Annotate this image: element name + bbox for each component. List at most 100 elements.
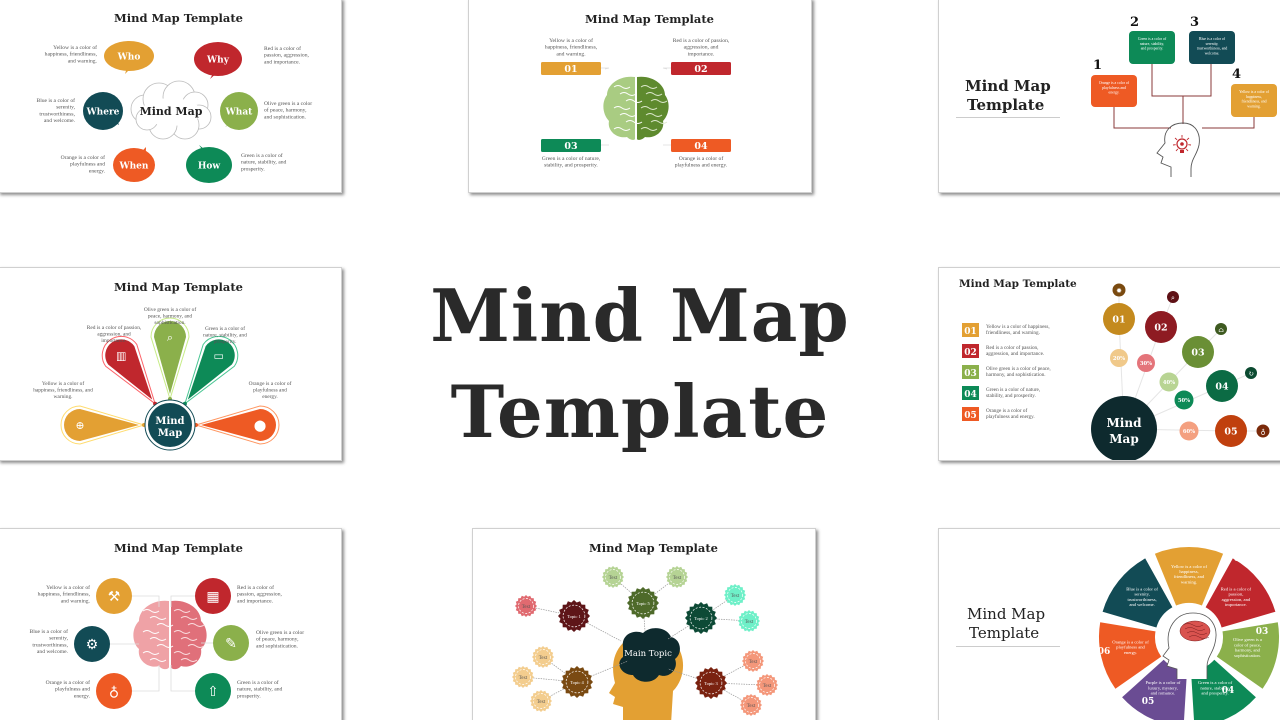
segment-number: 04	[1222, 686, 1235, 696]
leaf-label: Text	[522, 605, 531, 610]
slide-thumbnail-1[interactable]: Mind Map Template Mind Map Who Yellow is a…	[0, 0, 342, 193]
number-label: 01	[564, 64, 577, 75]
connector-line	[132, 665, 160, 692]
item-description: trustworthiness,	[32, 642, 68, 648]
pin-description: Olive green is a color of	[144, 306, 196, 313]
item-description: passion, aggression,	[237, 592, 283, 598]
connector-line	[601, 67, 610, 70]
box-text: and prosperity.	[1141, 47, 1164, 51]
bubble-description: trustworthiness,	[39, 111, 75, 117]
segment-text: sophistication.	[1234, 653, 1261, 658]
numbered-bar-04: 04	[663, 139, 731, 152]
calculator-icon: ▦	[206, 589, 219, 605]
legend-text: Orange is a color of	[986, 407, 1027, 414]
item-description: happiness, friendliness,	[545, 44, 598, 51]
center-node: Mind Map	[1091, 396, 1157, 460]
numbered-box-2: 2Green is a color ofnature, stability,an…	[1129, 15, 1175, 64]
bubble-description: and welcome.	[44, 118, 76, 124]
segment-text: importance.	[1225, 602, 1247, 607]
bubble-label: Why	[206, 56, 230, 66]
topic-gear-4: Topic 4	[561, 666, 593, 698]
percent-label: 50%	[1178, 398, 1190, 404]
wheel-diagram: Yellow is a color ofhappiness,friendline…	[1098, 536, 1280, 720]
bulb-ray	[1186, 137, 1190, 141]
speech-bubble-what: What	[220, 92, 258, 130]
item-description: Green is a color of nature,	[542, 155, 601, 162]
slide-thumbnail-2[interactable]: Mind Map Template 01 Yellow is a color of…	[468, 0, 812, 193]
pin-description: aggression, and	[97, 331, 131, 337]
pin-description: warning.	[53, 394, 72, 400]
slide-thumbnail-4[interactable]: Mind Map Template ⊕ Yellow is a color of h…	[0, 267, 342, 461]
segment-text: warning.	[1181, 579, 1197, 584]
item-description: serenity,	[49, 636, 68, 642]
bulb-core	[1180, 142, 1184, 146]
pin-fill	[187, 339, 235, 400]
item-description: playfulness and	[55, 686, 90, 693]
number-label: 02	[1154, 323, 1167, 334]
leaf-gear: Text	[740, 694, 762, 716]
topic-label: Topic 2	[694, 616, 708, 621]
slide-thumbnail-8[interactable]: Mind Map Template Yellow is a color of ha…	[938, 528, 1280, 720]
leaf-label: Text	[731, 594, 740, 599]
bubble-label: Where	[86, 108, 120, 118]
pin-description: sophistication.	[154, 320, 185, 326]
slide-thumbnail-6[interactable]: Mind Map Template ⚒ Yellow is a color of h…	[0, 528, 342, 720]
item-description: aggression, and	[684, 45, 719, 51]
topic-label: Topic 4	[570, 680, 584, 685]
speech-bubble-diagram: Mind Map Who Yellow is a color ofhappiness…	[36, 41, 312, 183]
percent-label: 40%	[1163, 380, 1175, 386]
rocket-icon: ⇧	[207, 684, 219, 700]
legend-item-05: 05 Orange is a color ofplayfulness and en…	[962, 407, 1035, 421]
icon-circle-5: ✎	[201, 625, 249, 661]
bulb-ray	[1175, 148, 1179, 152]
house-icon-glyph: ⌂	[1218, 326, 1223, 334]
leaf-label: Text	[673, 576, 682, 581]
box-text: playfulness and	[1102, 86, 1126, 90]
speech-bubble-how: How	[186, 145, 232, 183]
chat-icon: ▭	[214, 349, 224, 362]
brain-left-half	[603, 76, 635, 140]
connector-line	[662, 67, 671, 70]
segment-number: 07	[1100, 581, 1113, 591]
leaf-label: Text	[749, 660, 758, 665]
leaf-gear: Text	[512, 666, 534, 688]
bubble-description: and warning.	[68, 58, 98, 64]
pin-description: energy.	[262, 394, 278, 400]
bubble-description: Orange is a color of	[61, 154, 106, 161]
head-bulb-icon	[1156, 122, 1200, 177]
slide-thumbnail-7[interactable]: Mind Map Template Main Topic Text Topic 1T…	[472, 528, 816, 720]
center-label: Mind	[155, 416, 184, 427]
slide-thumbnail-3[interactable]: Mind Map Template 1 Orange is a color of p…	[938, 0, 1280, 193]
bubble-description: of peace, harmony,	[264, 107, 307, 114]
leaf-label: Text	[539, 656, 548, 661]
legend-text: Green is a color of nature,	[986, 386, 1040, 393]
box-text: Orange is a color of	[1099, 81, 1130, 85]
bulb-icon-glyph: ♁	[1260, 428, 1265, 436]
percent-label: 60%	[1183, 429, 1195, 435]
bubble-description: playfulness and	[70, 161, 105, 168]
leaf-gear: Text	[530, 690, 552, 712]
topic-label: Topic 1	[567, 614, 581, 619]
slide-thumbnail-5[interactable]: Mind Map Template 01 Yellow is a color of…	[938, 267, 1280, 461]
brain-diagram: 01 Yellow is a color ofhappiness, friendl…	[541, 37, 731, 169]
number-label: 03	[1191, 348, 1204, 359]
pin-petal-3: ⌕	[150, 317, 190, 401]
topic-gear-3: Topic 2	[685, 602, 717, 634]
bubble-description: and importance.	[264, 59, 301, 65]
topic-gear-1: Topic 1	[558, 600, 590, 632]
item-description: and warning.	[556, 51, 586, 57]
location-pin-icon: ⬤	[254, 419, 266, 432]
segment-number: 01	[1186, 536, 1199, 546]
box-number: 1	[1093, 58, 1102, 73]
box-text: Yellow is a color of	[1239, 90, 1270, 94]
box-number: 3	[1190, 15, 1199, 30]
leaf-gear: Text	[724, 584, 746, 606]
search-icon: ⌕	[167, 331, 173, 344]
leaf-gear: Text	[515, 595, 537, 617]
leaf-gear: Text	[738, 610, 760, 632]
leaf-label: Text	[537, 700, 546, 705]
bulb-icon: ♁	[109, 684, 119, 700]
legend-number: 03	[964, 369, 977, 379]
legend-number: 01	[964, 327, 977, 337]
box-text: Green is a color of	[1138, 37, 1167, 41]
